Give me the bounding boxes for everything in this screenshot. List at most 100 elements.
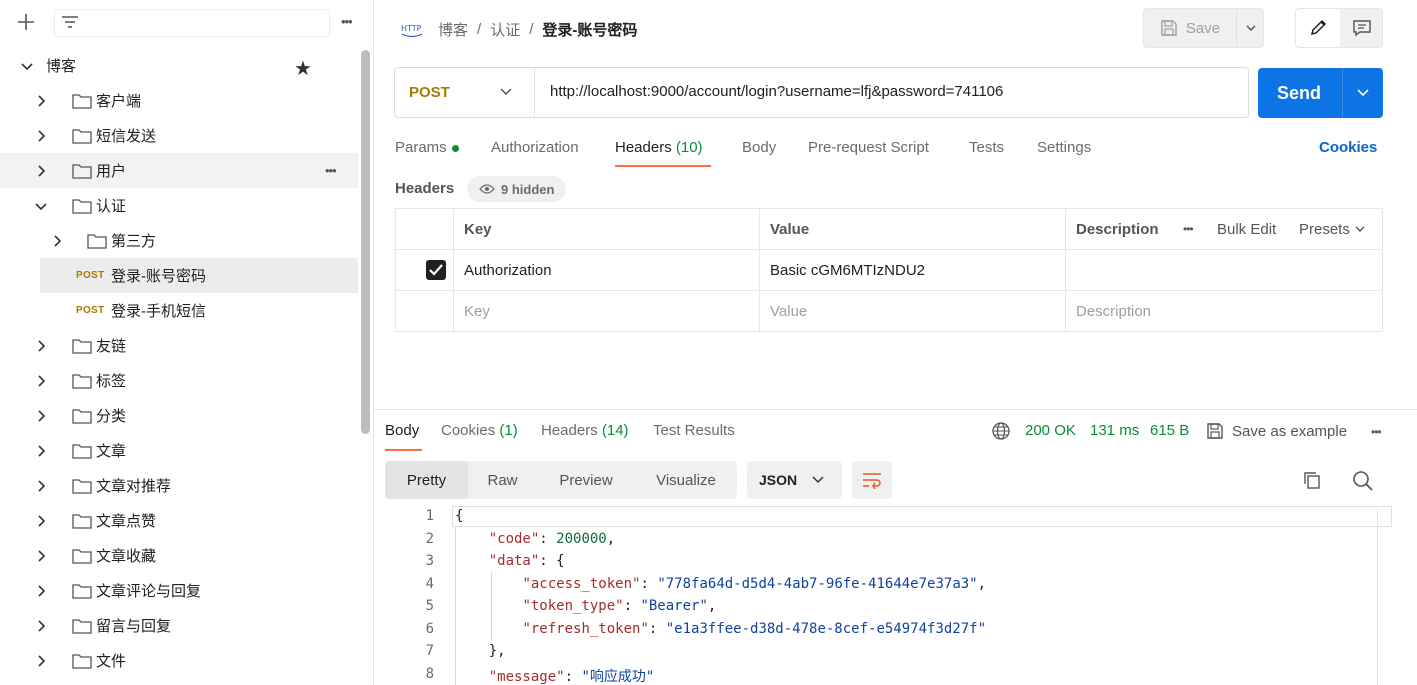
response-tab-cookies[interactable]: Cookies (1) bbox=[441, 422, 518, 439]
pane-divider[interactable] bbox=[374, 409, 1417, 410]
sidebar-item-auth[interactable]: 认证 bbox=[0, 188, 358, 223]
sidebar-item-message[interactable]: 留言与回复 bbox=[0, 608, 358, 643]
header-value-cell[interactable]: Basic cGM6MTIzNDU2 bbox=[759, 250, 1065, 290]
view-pretty[interactable]: Pretty bbox=[385, 461, 468, 499]
sidebar-item-links[interactable]: 友链 bbox=[0, 328, 358, 363]
sidebar-item-article-recommend[interactable]: 文章对推荐 bbox=[0, 468, 358, 503]
chevron-right-icon[interactable] bbox=[34, 549, 48, 563]
chevron-right-icon[interactable] bbox=[34, 584, 48, 598]
chevron-right-icon[interactable] bbox=[34, 164, 48, 178]
chevron-right-icon[interactable] bbox=[34, 444, 48, 458]
response-size[interactable]: 615 B bbox=[1150, 422, 1189, 439]
chevron-right-icon[interactable] bbox=[50, 234, 64, 248]
header-key-cell[interactable]: Authorization bbox=[453, 250, 759, 290]
sidebar-item-article[interactable]: 文章 bbox=[0, 433, 358, 468]
sidebar-request-login-password[interactable]: POST 登录-账号密码 bbox=[40, 258, 358, 293]
send-button[interactable]: Send bbox=[1258, 68, 1340, 118]
save-button[interactable]: Save bbox=[1144, 9, 1236, 47]
chevron-down-icon[interactable] bbox=[34, 199, 48, 213]
save-dropdown-button[interactable] bbox=[1236, 9, 1264, 47]
line-number: 5 bbox=[425, 598, 434, 614]
response-time[interactable]: 131 ms bbox=[1090, 422, 1139, 439]
tab-params[interactable]: Params bbox=[395, 139, 459, 156]
response-tab-body[interactable]: Body bbox=[385, 422, 419, 439]
header-description-cell[interactable] bbox=[1065, 250, 1382, 290]
hidden-headers-toggle[interactable]: 9 hidden bbox=[467, 176, 567, 202]
tab-headers[interactable]: Headers (10) bbox=[615, 139, 703, 156]
view-preview[interactable]: Preview bbox=[537, 461, 635, 499]
sidebar-item-article-comment[interactable]: 文章评论与回复 bbox=[0, 573, 358, 608]
plus-icon[interactable] bbox=[16, 12, 36, 32]
comments-button[interactable] bbox=[1340, 9, 1383, 47]
sidebar-item-kehuduan[interactable]: 客户端 bbox=[0, 83, 358, 118]
cookies-link[interactable]: Cookies bbox=[1319, 139, 1377, 156]
view-raw[interactable]: Raw bbox=[468, 461, 537, 499]
sidebar-request-login-sms[interactable]: POST 登录-手机短信 bbox=[0, 293, 358, 328]
tab-authorization[interactable]: Authorization bbox=[491, 139, 579, 156]
code-line: "refresh_token": "e1a3ffee-d38d-478e-8ce… bbox=[522, 621, 987, 637]
view-visualize[interactable]: Visualize bbox=[635, 461, 737, 499]
send-dropdown-button[interactable] bbox=[1342, 68, 1383, 118]
format-select[interactable]: JSON bbox=[747, 461, 842, 499]
copy-icon[interactable] bbox=[1302, 470, 1322, 490]
bulk-edit-button[interactable]: Bulk Edit bbox=[1217, 209, 1276, 249]
chevron-right-icon[interactable] bbox=[34, 654, 48, 668]
sidebar-item-article-like[interactable]: 文章点赞 bbox=[0, 503, 358, 538]
sidebar-item-user[interactable]: 用户 ••• bbox=[0, 153, 358, 188]
star-icon[interactable]: ★ bbox=[294, 56, 312, 81]
sidebar-item-tags[interactable]: 标签 bbox=[0, 363, 358, 398]
sidebar-item-article-favorite[interactable]: 文章收藏 bbox=[0, 538, 358, 573]
chevron-right-icon[interactable] bbox=[34, 619, 48, 633]
new-description-input[interactable]: Description bbox=[1065, 291, 1382, 331]
chevron-right-icon[interactable] bbox=[34, 514, 48, 528]
collection-row[interactable]: 博客 ★ bbox=[0, 48, 358, 83]
sidebar-scrollbar[interactable] bbox=[361, 50, 370, 434]
more-icon[interactable]: ••• bbox=[1371, 425, 1382, 439]
breadcrumb: HTTP 博客 / 认证 / 登录-账号密码 bbox=[400, 14, 637, 44]
sidebar-item-file[interactable]: 文件 bbox=[0, 643, 358, 678]
more-icon[interactable]: ••• bbox=[325, 163, 337, 178]
more-icon[interactable]: ••• bbox=[1183, 209, 1194, 249]
chevron-right-icon[interactable] bbox=[34, 339, 48, 353]
header-enabled-checkbox[interactable] bbox=[426, 260, 446, 280]
wrap-lines-button[interactable] bbox=[852, 461, 892, 499]
breadcrumb-current[interactable]: 登录-账号密码 bbox=[542, 19, 637, 40]
response-body-editor[interactable]: 1 2 3 4 5 6 7 8 { "code": 200000, "data"… bbox=[374, 506, 1417, 685]
more-icon[interactable]: ••• bbox=[341, 14, 353, 29]
tab-body[interactable]: Body bbox=[742, 139, 776, 156]
sidebar-item-category[interactable]: 分类 bbox=[0, 398, 358, 433]
chevron-right-icon[interactable] bbox=[34, 374, 48, 388]
edit-button[interactable] bbox=[1296, 9, 1340, 47]
chevron-right-icon[interactable] bbox=[34, 94, 48, 108]
chevron-right-icon[interactable] bbox=[34, 479, 48, 493]
url-input[interactable] bbox=[550, 83, 1230, 100]
response-view-group: Pretty Raw Preview Visualize bbox=[385, 461, 737, 499]
response-tab-test-results[interactable]: Test Results bbox=[653, 422, 735, 439]
breadcrumb-folder[interactable]: 认证 bbox=[490, 19, 520, 40]
new-key-input[interactable]: Key bbox=[453, 291, 759, 331]
presets-dropdown[interactable]: Presets bbox=[1299, 209, 1366, 249]
line-number: 3 bbox=[425, 553, 434, 569]
filter-input[interactable] bbox=[54, 9, 330, 37]
chevron-right-icon[interactable] bbox=[34, 409, 48, 423]
sidebar-item-sms[interactable]: 短信发送 bbox=[0, 118, 358, 153]
tab-prerequest-script[interactable]: Pre-request Script bbox=[808, 139, 929, 156]
headers-table: Key Value Description ••• Bulk Edit Pres… bbox=[395, 208, 1383, 332]
tab-settings[interactable]: Settings bbox=[1037, 139, 1091, 156]
method-select[interactable]: POST bbox=[395, 68, 535, 117]
search-icon[interactable] bbox=[1352, 470, 1374, 492]
sidebar-item-third-party[interactable]: 第三方 bbox=[0, 223, 358, 258]
format-label: JSON bbox=[759, 472, 798, 488]
breadcrumb-collection[interactable]: 博客 bbox=[438, 19, 468, 40]
sidebar-item-label: 文件 bbox=[96, 653, 127, 670]
globe-icon[interactable] bbox=[991, 421, 1011, 441]
tab-tests[interactable]: Tests bbox=[969, 139, 1004, 156]
new-value-input[interactable]: Value bbox=[759, 291, 1065, 331]
headers-count: (10) bbox=[675, 139, 703, 156]
status-code[interactable]: 200 OK bbox=[1025, 422, 1076, 439]
chevron-right-icon[interactable] bbox=[34, 129, 48, 143]
chevron-down-icon[interactable] bbox=[20, 59, 34, 73]
response-tab-headers[interactable]: Headers (14) bbox=[541, 422, 629, 439]
save-as-example-button[interactable]: Save as example bbox=[1206, 422, 1347, 440]
line-number: 7 bbox=[425, 643, 434, 659]
